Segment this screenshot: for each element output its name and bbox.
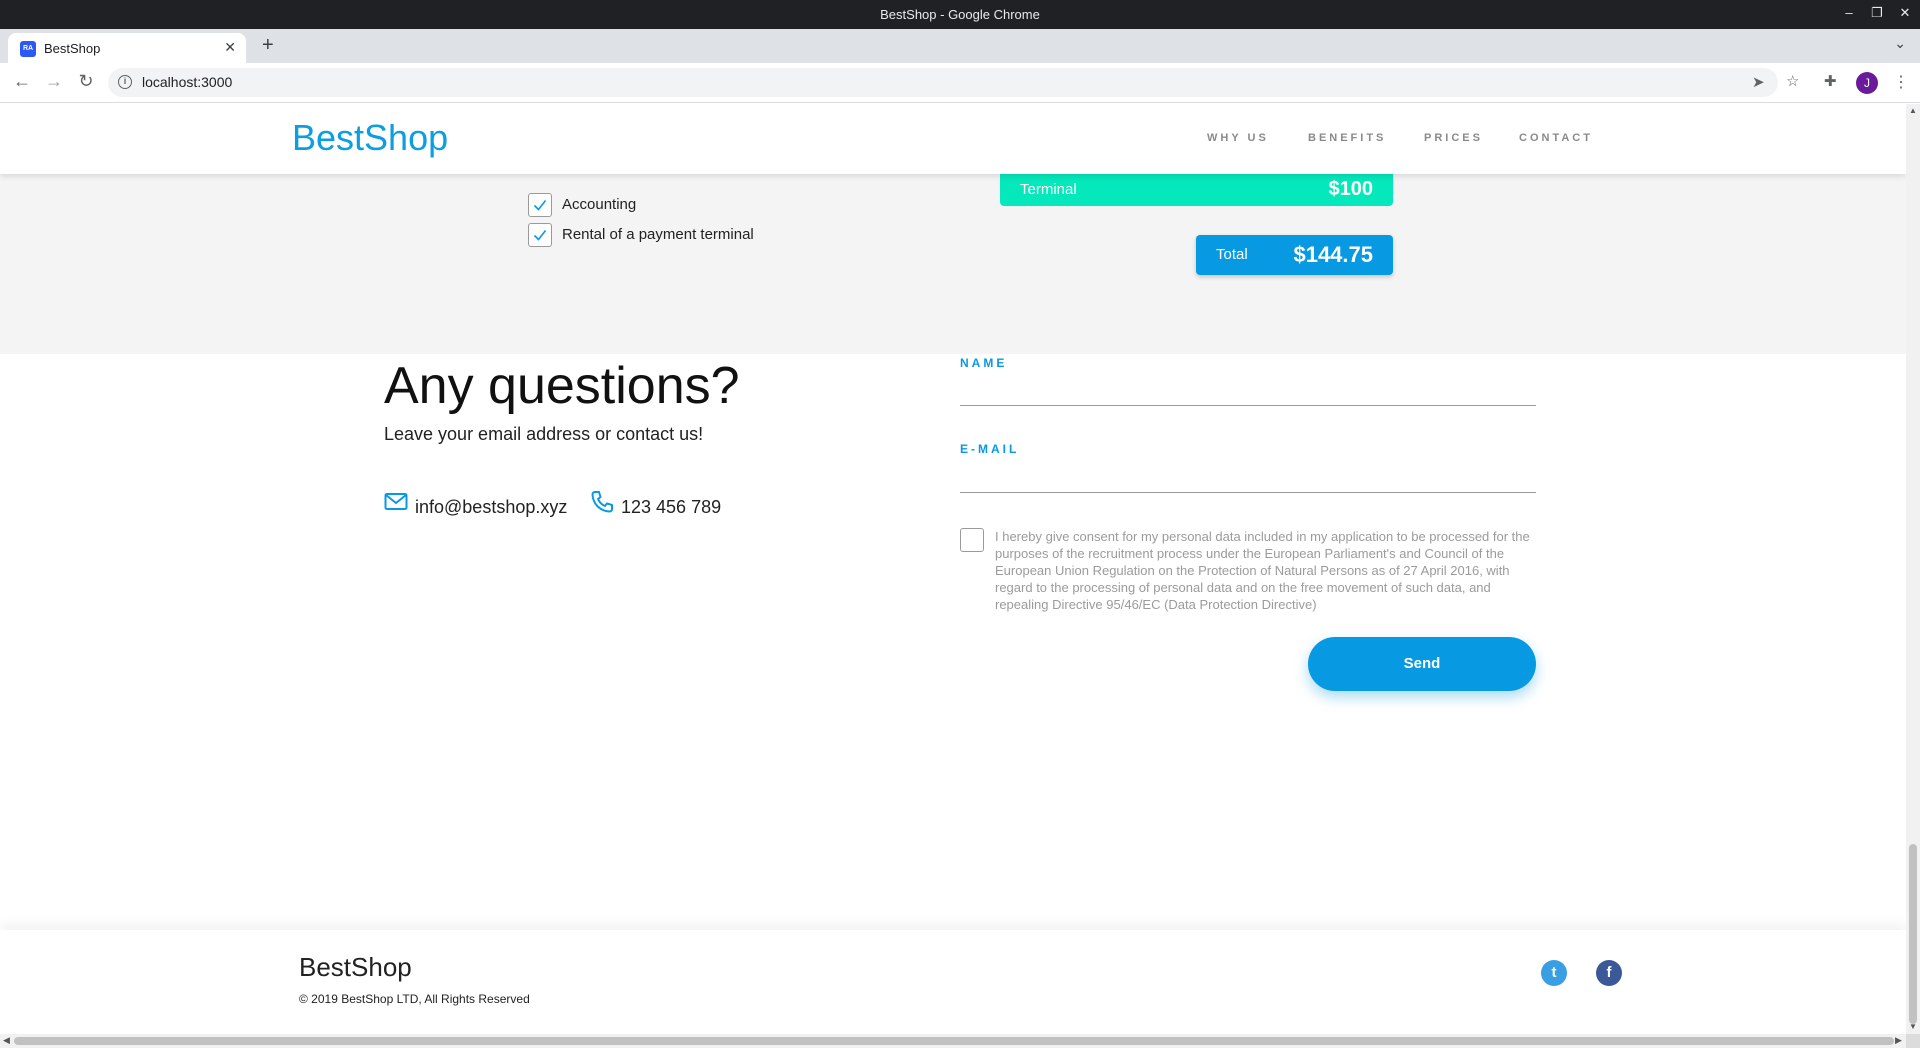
chrome-menu-icon[interactable]: ⋮ <box>1893 72 1909 92</box>
scroll-up-icon[interactable]: ▲ <box>1909 106 1917 115</box>
contact-email[interactable]: info@bestshop.xyz <box>415 497 567 518</box>
facebook-icon[interactable]: f <box>1596 960 1622 986</box>
terminal-summary-row: Terminal $100 <box>1000 174 1393 206</box>
page-viewport: Accounting Rental of a payment terminal … <box>0 104 1906 1034</box>
terminal-summary-label: Terminal <box>1020 181 1077 198</box>
tab-strip: RA BestShop ✕ + ⌄ <box>0 29 1920 63</box>
send-button[interactable]: Send <box>1308 637 1536 691</box>
address-bar[interactable]: i localhost:3000 ➤ <box>108 68 1778 97</box>
vertical-scroll-thumb[interactable] <box>1909 844 1917 1024</box>
bookmark-star-icon[interactable]: ☆ <box>1786 72 1799 90</box>
favicon-icon: RA <box>20 41 36 57</box>
reload-icon[interactable]: ↻ <box>74 71 98 92</box>
site-logo[interactable]: BestShop <box>292 117 448 159</box>
site-header: BestShop WHY US BENEFITS PRICES CONTACT <box>0 104 1906 174</box>
horizontal-scrollbar[interactable]: ◀ ▶ <box>0 1034 1906 1048</box>
window-title: BestShop - Google Chrome <box>880 7 1040 22</box>
contact-title: Any questions? <box>384 357 740 415</box>
nav-why-us[interactable]: WHY US <box>1207 132 1269 144</box>
site-footer: BestShop © 2019 BestShop LTD, All Rights… <box>0 930 1906 1034</box>
site-info-icon[interactable]: i <box>118 75 132 89</box>
accounting-checkbox[interactable] <box>528 193 552 217</box>
window-titlebar: BestShop - Google Chrome – ❐ ✕ <box>0 0 1920 29</box>
scroll-down-icon[interactable]: ▼ <box>1909 1022 1917 1031</box>
email-label: E-MAIL <box>960 442 1020 456</box>
terminal-checkbox[interactable] <box>528 223 552 247</box>
close-window-icon[interactable]: ✕ <box>1896 5 1914 21</box>
name-label: NAME <box>960 356 1008 370</box>
address-url[interactable]: localhost:3000 <box>142 74 232 90</box>
restore-icon[interactable]: ❐ <box>1868 5 1886 21</box>
phone-icon <box>590 490 614 519</box>
extensions-icon[interactable]: ✚ <box>1824 72 1837 90</box>
nav-contact[interactable]: CONTACT <box>1519 132 1593 144</box>
browser-toolbar: ← → ↻ i localhost:3000 ➤ ☆ ✚ J ⋮ <box>0 63 1920 103</box>
email-field[interactable] <box>960 492 1536 493</box>
footer-copyright: © 2019 BestShop LTD, All Rights Reserved <box>299 992 530 1006</box>
forward-icon[interactable]: → <box>42 71 66 92</box>
total-label: Total <box>1216 246 1248 263</box>
terminal-label: Rental of a payment terminal <box>562 226 754 243</box>
twitter-icon[interactable]: t <box>1541 960 1567 986</box>
name-field[interactable] <box>960 405 1536 406</box>
nav-prices[interactable]: PRICES <box>1424 132 1483 144</box>
mail-icon <box>384 492 408 517</box>
scroll-right-icon[interactable]: ▶ <box>1895 1035 1902 1046</box>
scroll-left-icon[interactable]: ◀ <box>3 1035 10 1046</box>
vertical-scrollbar[interactable]: ▲ ▼ <box>1906 104 1920 1034</box>
profile-avatar[interactable]: J <box>1856 72 1878 94</box>
send-tab-icon[interactable]: ➤ <box>1752 73 1765 91</box>
tab-title: BestShop <box>44 41 101 56</box>
total-box: Total $144.75 <box>1196 235 1393 275</box>
consent-checkbox[interactable] <box>960 528 984 552</box>
contact-subtitle: Leave your email address or contact us! <box>384 424 704 444</box>
new-tab-icon[interactable]: + <box>262 34 274 57</box>
contact-phone[interactable]: 123 456 789 <box>621 497 721 518</box>
tab-close-icon[interactable]: ✕ <box>224 39 236 56</box>
back-icon[interactable]: ← <box>10 71 34 92</box>
tab-search-icon[interactable]: ⌄ <box>1894 35 1906 52</box>
consent-text: I hereby give consent for my personal da… <box>995 529 1530 612</box>
total-price: $144.75 <box>1293 242 1373 267</box>
footer-logo: BestShop <box>299 952 412 982</box>
accounting-label: Accounting <box>562 196 637 213</box>
minimize-icon[interactable]: – <box>1840 5 1858 20</box>
terminal-summary-price: $100 <box>1328 178 1374 200</box>
browser-tab[interactable]: RA BestShop ✕ <box>8 33 246 63</box>
scrollbar-corner <box>1906 1034 1920 1048</box>
nav-benefits[interactable]: BENEFITS <box>1308 132 1386 144</box>
horizontal-scroll-thumb[interactable] <box>14 1037 1894 1045</box>
